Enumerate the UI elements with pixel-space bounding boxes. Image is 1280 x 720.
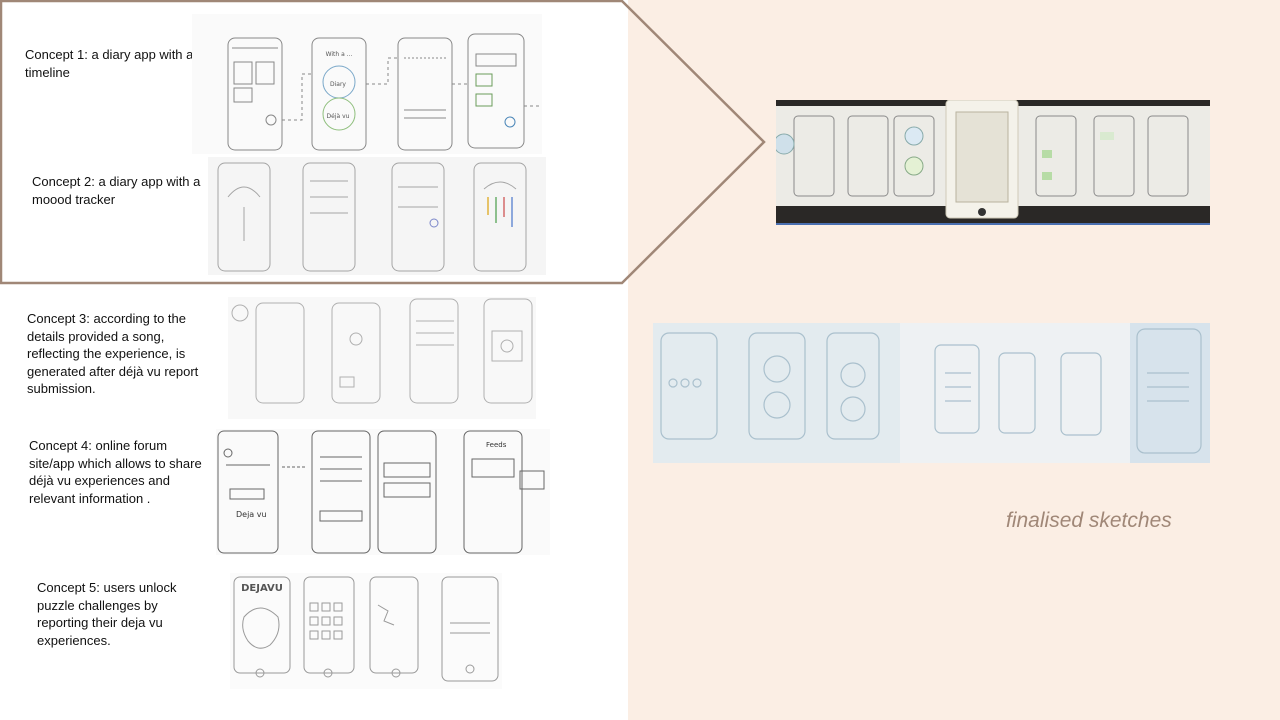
concept-4-header-text: Deja vu	[236, 510, 267, 519]
concept-3-label: Concept 3: according to the details prov…	[27, 311, 199, 396]
concept-1-header-text: With a ...	[326, 51, 353, 58]
concept-5-sketch: DEJAVU	[230, 573, 502, 689]
concept-4-feeds-text: Feeds	[486, 441, 507, 449]
concept-2-sketch	[208, 157, 546, 275]
concept-4-sketch: Deja vu Feeds	[216, 429, 550, 555]
concept-2-label: Concept 2: a diary app with a moood trac…	[32, 174, 201, 207]
concept-3-sketch	[228, 297, 536, 419]
concept-5-logo-text: DEJAVU	[241, 583, 283, 594]
finalised-sketch-strip-photo	[776, 100, 1210, 225]
concept-1-circle-top-text: Diary	[330, 81, 346, 88]
finalised-sketch-photo	[653, 323, 1210, 463]
finalised-sketches-caption: finalised sketches	[1006, 509, 1172, 532]
concept-1-label: Concept 1: a diary app with a timeline	[25, 47, 194, 80]
concept-1-sketch: Diary Déjà vu With a ...	[192, 14, 542, 154]
concept-1-circle-bottom-text: Déjà vu	[327, 113, 350, 120]
concept-5-label: Concept 5: users unlock puzzle challenge…	[37, 580, 177, 648]
concept-4-label: Concept 4: online forum site/app which a…	[29, 438, 202, 506]
